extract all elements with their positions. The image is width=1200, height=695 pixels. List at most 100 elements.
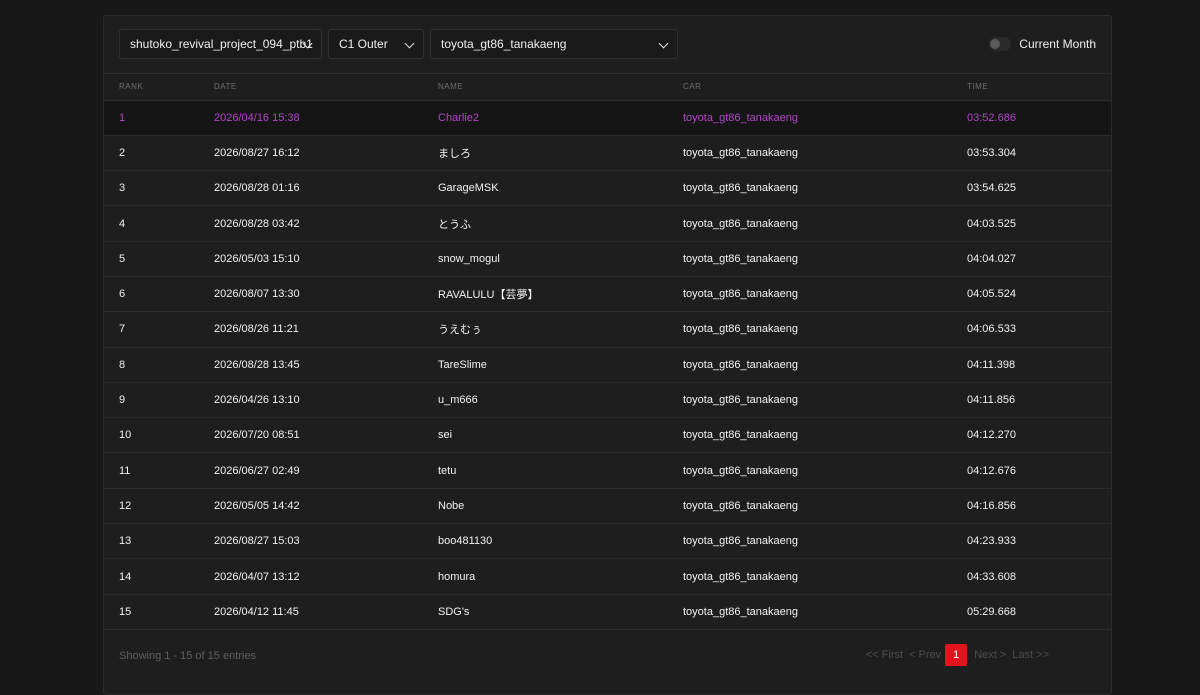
table-row[interactable]: 10 2026/07/20 08:51 sei toyota_gt86_tanakae…: [104, 417, 1111, 453]
cell-time: 04:05.524: [967, 288, 1016, 301]
cell-car: toyota_gt86_tanakaeng: [683, 464, 798, 477]
cell-name: RAVALULU【芸夢】: [438, 289, 539, 302]
header-time[interactable]: TIME: [967, 74, 1111, 100]
cell-car: toyota_gt86_tanakaeng: [683, 570, 798, 583]
table-row[interactable]: 9 2026/04/26 13:10 u_m666 toyota_gt86_tanak…: [104, 382, 1111, 417]
pager-first[interactable]: << First: [866, 649, 903, 661]
cell-date: 2026/05/03 15:10: [214, 252, 300, 265]
cell-car: toyota_gt86_tanakaeng: [683, 323, 798, 336]
cell-time: 03:53.304: [967, 146, 1016, 159]
cell-car: toyota_gt86_tanakaeng: [683, 394, 798, 407]
cell-date: 2026/05/05 14:42: [214, 499, 300, 512]
cell-car: toyota_gt86_tanakaeng: [683, 182, 798, 195]
pager-last[interactable]: Last >>: [1012, 649, 1049, 661]
table-row[interactable]: 5 2026/05/03 15:10 snow_mogul toyota_gt86_t…: [104, 241, 1111, 276]
cell-date: 2026/04/16 15:38: [214, 111, 300, 124]
cell-rank: 10: [119, 429, 132, 442]
table-row[interactable]: 11 2026/06/27 02:49 tetu toyota_gt86_tanaka…: [104, 452, 1111, 488]
table-row[interactable]: 14 2026/04/07 13:12 homura toyota_gt86_tana…: [104, 558, 1111, 594]
pagination: << First < Prev 1 Next > Last >>: [860, 644, 1049, 666]
cell-car: toyota_gt86_tanakaeng: [683, 606, 798, 619]
cell-rank: 5: [119, 252, 126, 265]
leaderboard-table: RANK DATE NAME CAR TIME 1 2026/04/16 15:3…: [104, 74, 1111, 629]
cell-time: 03:54.625: [967, 182, 1016, 195]
cell-name: SDG's: [438, 606, 470, 619]
cell-name: とうふ: [438, 218, 471, 231]
table-row[interactable]: 13 2026/08/27 15:03 boo481130 toyota_gt86_t…: [104, 523, 1111, 559]
cell-name: うえむぅ: [438, 324, 482, 337]
cell-rank: 14: [119, 570, 132, 583]
pager-next[interactable]: Next >: [974, 649, 1006, 661]
cell-date: 2026/04/12 11:45: [214, 606, 299, 619]
cell-name: u_m666: [438, 394, 478, 407]
cell-date: 2026/08/28 13:45: [214, 358, 300, 371]
cell-rank: 11: [119, 464, 131, 477]
cell-car: toyota_gt86_tanakaeng: [683, 288, 798, 301]
cell-car: toyota_gt86_tanakaeng: [683, 111, 798, 124]
table-row[interactable]: 12 2026/05/05 14:42 Nobe toyota_gt86_tanaka…: [104, 488, 1111, 523]
cell-car: toyota_gt86_tanakaeng: [683, 535, 798, 548]
cell-rank: 9: [119, 394, 126, 407]
cell-time: 04:16.856: [967, 499, 1016, 512]
cell-time: 04:06.533: [967, 323, 1016, 336]
cell-date: 2026/07/20 08:51: [214, 429, 300, 442]
cell-rank: 8: [119, 358, 126, 371]
cell-car: toyota_gt86_tanakaeng: [683, 429, 798, 442]
car-select[interactable]: toyota_gt86_tanakaeng: [430, 29, 678, 59]
table-row[interactable]: 2 2026/08/27 16:12 ましろ toyota_gt86_tanakaen…: [104, 135, 1111, 170]
cell-rank: 7: [119, 323, 126, 336]
cell-name: sei: [438, 429, 453, 442]
header-date[interactable]: DATE: [214, 74, 438, 100]
cell-car: toyota_gt86_tanakaeng: [683, 146, 798, 159]
cell-name: GarageMSK: [438, 182, 499, 195]
cell-name: Charlie2: [438, 111, 479, 124]
cell-date: 2026/04/26 13:10: [214, 394, 300, 407]
track-select[interactable]: C1 Outer: [328, 29, 424, 59]
current-month-toggle[interactable]: Current Month: [989, 35, 1096, 53]
table-header-row: RANK DATE NAME CAR TIME: [104, 74, 1111, 100]
cell-date: 2026/08/28 03:42: [214, 217, 300, 230]
header-car[interactable]: CAR: [683, 74, 967, 100]
cell-rank: 2: [119, 146, 126, 159]
pager-prev[interactable]: < Prev: [909, 649, 941, 661]
toggle-knob: [990, 39, 1001, 49]
cell-name: homura: [438, 570, 476, 583]
cell-name: ましろ: [438, 147, 471, 160]
table-row[interactable]: 3 2026/08/28 01:16 GarageMSK toyota_gt86_ta…: [104, 170, 1111, 206]
cell-car: toyota_gt86_tanakaeng: [683, 358, 798, 371]
cell-time: 03:52.686: [967, 111, 1016, 124]
server-select[interactable]: shutoko_revival_project_094_ptb1: [119, 29, 322, 59]
table-row[interactable]: 6 2026/08/07 13:30 RAVALULU【芸夢】 toyota_gt86…: [104, 276, 1111, 311]
cell-rank: 13: [119, 535, 132, 548]
cell-rank: 12: [119, 499, 132, 512]
header-rank[interactable]: RANK: [104, 74, 214, 100]
cell-car: toyota_gt86_tanakaeng: [683, 499, 798, 512]
leaderboard-panel: shutoko_revival_project_094_ptb1 C1 Oute…: [103, 15, 1112, 695]
table-row[interactable]: 7 2026/08/26 11:21 うえむぅ toyota_gt86_tanakae…: [104, 311, 1111, 347]
cell-time: 04:23.933: [967, 535, 1016, 548]
cell-name: TareSlime: [438, 358, 487, 371]
cell-car: toyota_gt86_tanakaeng: [683, 217, 798, 230]
table-row[interactable]: 15 2026/04/12 11:45 SDG's toyota_gt86_tanak…: [104, 594, 1111, 629]
cell-time: 04:12.270: [967, 429, 1016, 442]
toggle-switch[interactable]: [989, 37, 1012, 51]
table-footer: Showing 1 - 15 of 15 entries << First < …: [104, 629, 1111, 680]
cell-rank: 4: [119, 217, 126, 230]
cell-time: 04:03.525: [967, 217, 1016, 230]
table-row[interactable]: 8 2026/08/28 13:45 TareSlime toyota_gt86_ta…: [104, 347, 1111, 382]
filter-toolbar: shutoko_revival_project_094_ptb1 C1 Oute…: [104, 16, 1111, 74]
table-row[interactable]: 1 2026/04/16 15:38 Charlie2 toyota_gt86_tan…: [104, 100, 1111, 136]
cell-time: 05:29.668: [967, 606, 1016, 619]
cell-name: tetu: [438, 464, 457, 477]
table-row[interactable]: 4 2026/08/28 03:42 とうふ toyota_gt86_tanakaen…: [104, 205, 1111, 241]
pager-current-page[interactable]: 1: [945, 644, 968, 666]
cell-rank: 3: [119, 182, 126, 195]
server-select-value: shutoko_revival_project_094_ptb1: [130, 37, 313, 51]
current-month-label: Current Month: [1019, 37, 1096, 51]
header-name[interactable]: NAME: [438, 74, 683, 100]
cell-date: 2026/08/27 16:12: [214, 146, 300, 159]
cell-car: toyota_gt86_tanakaeng: [683, 252, 798, 265]
cell-rank: 6: [119, 288, 126, 301]
cell-time: 04:04.027: [967, 252, 1016, 265]
cell-date: 2026/08/28 01:16: [214, 182, 300, 195]
